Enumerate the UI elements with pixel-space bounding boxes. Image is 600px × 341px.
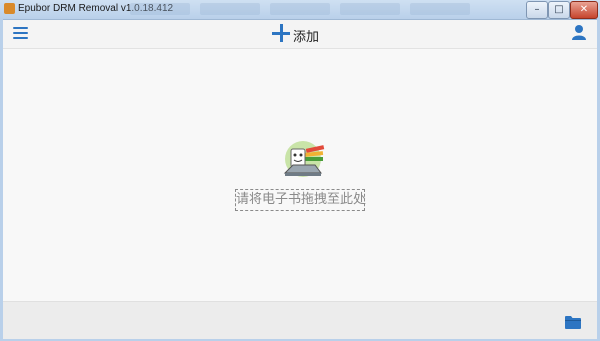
add-button-label: 添加 [293, 30, 320, 45]
books-laptop-illustration [281, 139, 329, 181]
hamburger-menu-icon[interactable] [13, 26, 28, 40]
minimize-button[interactable]: – [526, 1, 548, 19]
window-titlebar[interactable]: Epubor DRM Removal v1.0.18.412 – □ ✕ [0, 0, 600, 20]
bottom-bar [3, 301, 597, 339]
close-button[interactable]: ✕ [570, 1, 598, 19]
toolbar: 添加 [3, 20, 597, 49]
user-icon[interactable] [571, 24, 587, 40]
folder-icon[interactable] [565, 314, 581, 329]
app-icon [4, 3, 15, 14]
drop-area[interactable]: 请将电子书拖拽至此处 [3, 49, 597, 301]
plus-icon [271, 23, 291, 43]
drop-hint: 请将电子书拖拽至此处 [235, 189, 366, 211]
background-taskbar-tabs [130, 3, 510, 15]
maximize-button[interactable]: □ [548, 1, 570, 19]
